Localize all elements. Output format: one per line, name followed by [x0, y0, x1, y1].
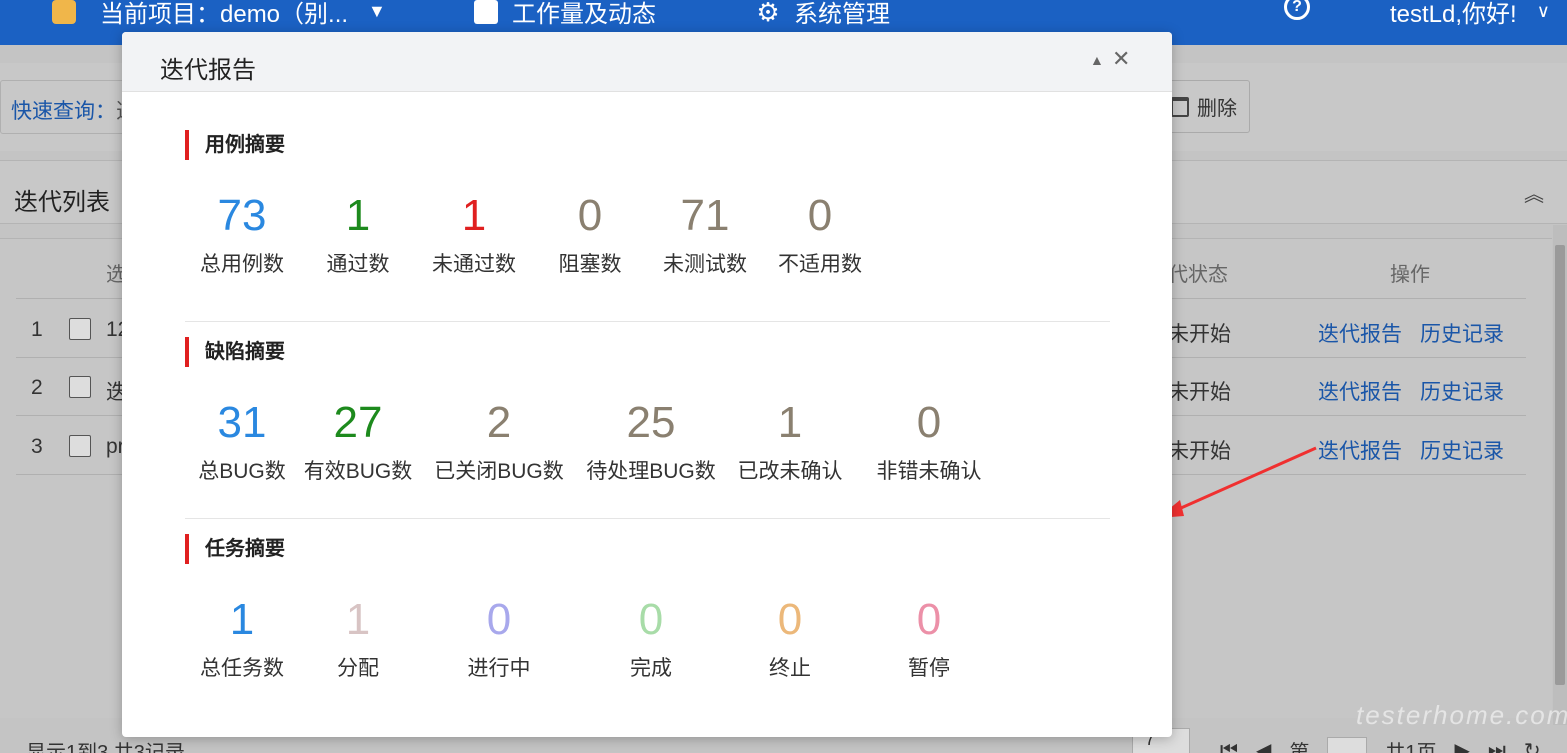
section-title-tasks: 任务摘要 — [185, 534, 285, 564]
watermark: testerhome.com — [1356, 700, 1567, 730]
stat-label: 有效BUG数 — [303, 460, 413, 483]
delete-button[interactable]: 删除 — [1160, 80, 1250, 133]
page-total: 共1页 — [1385, 742, 1437, 753]
row-checkbox[interactable] — [69, 376, 91, 398]
stat-not-applicable: 0 不适用数 — [740, 192, 900, 278]
nav-workload[interactable]: 工作量及动态 — [474, 0, 656, 29]
stat-label: 分配 — [337, 657, 379, 680]
refresh-icon[interactable]: ↻ — [1524, 738, 1541, 753]
row-number: 1 — [31, 318, 43, 341]
stat-terminated: 0 终止 — [710, 596, 870, 682]
chart-icon — [474, 0, 498, 24]
scrollbar-thumb[interactable] — [1555, 245, 1565, 685]
stat-value: 0 — [916, 595, 942, 644]
collapse-up-icon[interactable]: ︽ — [1524, 178, 1544, 207]
row-status: 未开始 — [1168, 323, 1231, 346]
section-divider — [185, 518, 1110, 519]
stat-value: 0 — [638, 595, 664, 644]
stat-value: 27 — [333, 398, 383, 447]
history-link[interactable]: 历史记录 — [1420, 435, 1504, 465]
user-greeting: testLd,你好! — [1390, 1, 1517, 28]
stat-value: 0 — [486, 595, 512, 644]
nav-workload-label: 工作量及动态 — [512, 1, 656, 28]
row-checkbox[interactable] — [69, 318, 91, 340]
chevron-down-icon: ∨ — [1536, 1, 1550, 21]
quick-search-label: 快速查询：选 — [11, 100, 137, 123]
stat-value: 2 — [486, 398, 512, 447]
project-label: 当前项目：demo（别... — [100, 1, 349, 28]
stat-label: 非错未确认 — [876, 460, 982, 483]
first-page-icon[interactable]: ⏮ — [1220, 739, 1238, 753]
dialog-title: 迭代报告 — [160, 57, 256, 84]
row-status: 未开始 — [1168, 381, 1231, 404]
minimize-icon[interactable]: ▲ — [1090, 52, 1104, 68]
project-selector[interactable]: 当前项目：demo（别... ▼ — [52, 0, 386, 29]
record-count: 显示1到3,共3记录 — [26, 742, 185, 753]
stat-paused: 0 暂停 — [849, 596, 1009, 682]
iteration-report-link[interactable]: 迭代报告 — [1318, 376, 1402, 406]
trash-icon — [1171, 96, 1189, 117]
help-icon: ? — [1284, 0, 1310, 20]
page-label: 第 — [1289, 742, 1310, 753]
history-link[interactable]: 历史记录 — [1420, 318, 1504, 348]
stat-label: 已改未确认 — [737, 460, 843, 483]
iteration-report-dialog: 迭代报告 ▲ ✕ 用例摘要 73 总用例数 1 通过数 1 未通过数 0 阻塞数… — [122, 32, 1172, 737]
nav-system[interactable]: ⚙ 系统管理 — [756, 0, 890, 29]
stat-pending-bugs: 25 待处理BUG数 — [571, 399, 731, 485]
stat-value: 1 — [777, 398, 803, 447]
list-icon — [52, 0, 76, 24]
col-header-actions: 操作 — [1390, 264, 1430, 286]
row-number: 3 — [31, 435, 43, 458]
pagination: ⏮ ◀ 第 共1页 ▶ ⏭ ↻ — [1220, 736, 1541, 753]
stat-in-progress: 0 进行中 — [419, 596, 579, 682]
gear-icon: ⚙ — [756, 0, 780, 27]
delete-label: 删除 — [1197, 98, 1237, 120]
col-header-status: 代状态 — [1168, 264, 1228, 286]
close-icon[interactable]: ✕ — [1112, 46, 1130, 72]
section-title-bugs: 缺陷摘要 — [185, 337, 285, 367]
stat-assigned: 1 分配 — [278, 596, 438, 682]
section-divider — [185, 321, 1110, 322]
caret-down-icon: ▼ — [368, 1, 386, 21]
stat-fixed-unconfirmed: 1 已改未确认 — [710, 399, 870, 485]
page-number-input[interactable] — [1327, 736, 1368, 753]
stat-label: 暂停 — [908, 657, 950, 680]
history-link[interactable]: 历史记录 — [1420, 376, 1504, 406]
stat-value: 0 — [807, 191, 833, 240]
help-button[interactable]: ? — [1284, 0, 1310, 20]
stat-label: 不适用数 — [778, 253, 862, 276]
last-page-icon[interactable]: ⏭ — [1488, 739, 1506, 753]
stat-done: 0 完成 — [571, 596, 731, 682]
dialog-header: 迭代报告 ▲ ✕ — [122, 32, 1172, 92]
row-number: 2 — [31, 376, 43, 399]
prev-page-icon[interactable]: ◀ — [1256, 738, 1271, 753]
stat-value: 25 — [626, 398, 676, 447]
stat-label: 完成 — [630, 657, 672, 680]
quick-search[interactable]: 快速查询：选 — [0, 80, 140, 134]
stat-value: 1 — [345, 595, 371, 644]
stat-label: 进行中 — [467, 657, 531, 680]
row-checkbox[interactable] — [69, 435, 91, 457]
user-menu[interactable]: testLd,你好! ∨ — [1390, 0, 1550, 29]
row-status: 未开始 — [1168, 440, 1231, 463]
stat-closed-bugs: 2 已关闭BUG数 — [419, 399, 579, 485]
stat-label: 终止 — [769, 657, 811, 680]
iteration-report-link[interactable]: 迭代报告 — [1318, 435, 1402, 465]
stat-value: 0 — [916, 398, 942, 447]
section-title-cases: 用例摘要 — [185, 130, 285, 160]
list-title: 迭代列表 — [14, 189, 110, 216]
stat-valid-bugs: 27 有效BUG数 — [278, 399, 438, 485]
iteration-report-link[interactable]: 迭代报告 — [1318, 318, 1402, 348]
stat-not-bug-unconfirmed: 0 非错未确认 — [849, 399, 1009, 485]
stat-label: 已关闭BUG数 — [434, 460, 564, 483]
stat-value: 0 — [777, 595, 803, 644]
nav-system-label: 系统管理 — [794, 1, 890, 28]
stat-label: 待处理BUG数 — [586, 460, 716, 483]
next-page-icon[interactable]: ▶ — [1455, 738, 1470, 753]
